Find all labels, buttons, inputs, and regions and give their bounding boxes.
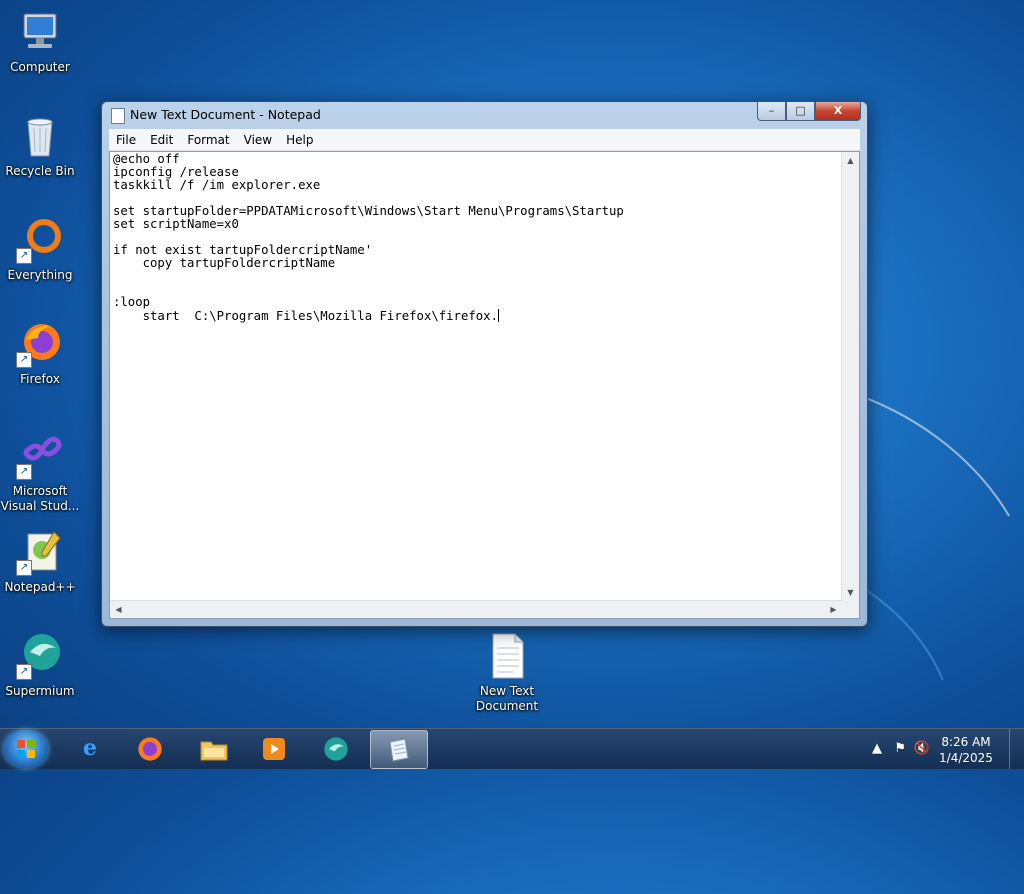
desktop-icon-label: New Text Document	[475, 684, 539, 713]
clock-date: 1/4/2025	[939, 751, 993, 765]
desktop-icon-visual-studio[interactable]: ↗ Microsoft Visual Stud...	[0, 432, 80, 514]
show-hidden-icons-icon[interactable]: ▲	[872, 741, 882, 756]
internet-explorer-icon: e	[83, 735, 97, 761]
clock-time: 8:26 AM	[941, 735, 991, 749]
menu-format[interactable]: Format	[180, 133, 236, 147]
notepad-icon	[389, 738, 409, 762]
desktop-icon-computer[interactable]: Computer	[0, 8, 80, 75]
desktop-icon-recycle-bin[interactable]: Recycle Bin	[0, 112, 80, 179]
media-player-icon	[263, 738, 285, 760]
shortcut-arrow-icon: ↗	[16, 352, 32, 368]
shortcut-arrow-icon: ↗	[16, 464, 32, 480]
scrollbar-corner	[842, 601, 859, 618]
scroll-down-arrow-icon[interactable]: ▼	[842, 584, 859, 601]
desktop-icon-new-text-document[interactable]: New Text Document	[467, 632, 547, 714]
taskbar: e ▲ ⚑ 🔇 8:26 AM 1/4/2025	[0, 728, 1024, 769]
shortcut-arrow-icon: ↗	[16, 248, 32, 264]
action-center-icon[interactable]: ⚑	[894, 741, 906, 756]
desktop-icon-notepadpp[interactable]: ↗ Notepad++	[0, 528, 80, 595]
notepad-icon	[111, 108, 125, 124]
folder-icon	[200, 741, 228, 761]
vertical-scrollbar[interactable]: ▲ ▼	[841, 152, 859, 601]
desktop-icon-label: Everything	[7, 268, 73, 282]
close-button[interactable]: X	[815, 102, 861, 121]
recycle-bin-icon	[16, 112, 64, 160]
taskbar-internet-explorer[interactable]: e	[62, 730, 118, 767]
menu-help[interactable]: Help	[279, 133, 320, 147]
menu-bar: File Edit Format View Help	[109, 129, 860, 151]
scroll-up-arrow-icon[interactable]: ▲	[842, 152, 859, 169]
desktop-icon-label: Firefox	[20, 372, 60, 386]
taskbar-notepad[interactable]	[370, 730, 428, 769]
desktop-icon-label: Supermium	[5, 684, 75, 698]
clock[interactable]: 8:26 AM 1/4/2025	[936, 734, 996, 766]
desktop-icon-label: Computer	[10, 60, 70, 74]
desktop-icon-label: Recycle Bin	[5, 164, 75, 178]
menu-view[interactable]: View	[237, 133, 279, 147]
taskbar-supermium[interactable]	[308, 730, 364, 767]
title-bar[interactable]: New Text Document - Notepad – □ X	[102, 102, 867, 128]
minimize-button[interactable]: –	[757, 102, 786, 121]
show-desktop-button[interactable]	[1009, 729, 1024, 769]
desktop-icon-supermium[interactable]: ↗ Supermium	[0, 632, 80, 699]
taskbar-windows-explorer[interactable]	[186, 730, 242, 767]
shortcut-arrow-icon: ↗	[16, 560, 32, 576]
window-controls: – □ X	[757, 102, 861, 121]
desktop-icon-label: Microsoft Visual Stud...	[0, 484, 80, 513]
notepadpp-icon: ↗	[16, 528, 64, 576]
text-file-icon	[483, 632, 531, 680]
start-button[interactable]	[4, 730, 48, 768]
desktop-icon-label: Notepad++	[4, 580, 76, 594]
text-caret	[497, 309, 499, 322]
document-text: @echo off ipconfig /release taskkill /f …	[113, 153, 624, 323]
notepad-window[interactable]: New Text Document - Notepad – □ X File E…	[101, 101, 868, 627]
horizontal-scrollbar[interactable]: ◀ ▶	[110, 600, 842, 618]
desktop-icon-firefox[interactable]: ↗ Firefox	[0, 320, 80, 387]
supermium-icon: ↗	[16, 632, 64, 680]
scroll-left-arrow-icon[interactable]: ◀	[110, 601, 127, 618]
maximize-button[interactable]: □	[786, 102, 815, 121]
desktop-icon-everything[interactable]: ↗ Everything	[0, 216, 80, 283]
firefox-icon	[138, 737, 162, 761]
text-editor[interactable]: @echo off ipconfig /release taskkill /f …	[109, 151, 860, 619]
windows-logo-icon	[17, 740, 35, 758]
menu-file[interactable]: File	[109, 133, 143, 147]
menu-edit[interactable]: Edit	[143, 133, 180, 147]
firefox-icon: ↗	[16, 320, 64, 368]
shortcut-arrow-icon: ↗	[16, 664, 32, 680]
window-title: New Text Document - Notepad	[130, 107, 321, 122]
taskbar-media-player[interactable]	[246, 730, 302, 767]
computer-icon	[16, 8, 64, 56]
scroll-right-arrow-icon[interactable]: ▶	[825, 601, 842, 618]
everything-icon: ↗	[16, 216, 64, 264]
text-area[interactable]: @echo off ipconfig /release taskkill /f …	[113, 153, 841, 600]
volume-muted-icon[interactable]: 🔇	[914, 741, 930, 756]
supermium-icon	[324, 737, 348, 761]
visual-studio-icon: ↗	[16, 432, 64, 480]
taskbar-firefox[interactable]	[122, 730, 178, 767]
